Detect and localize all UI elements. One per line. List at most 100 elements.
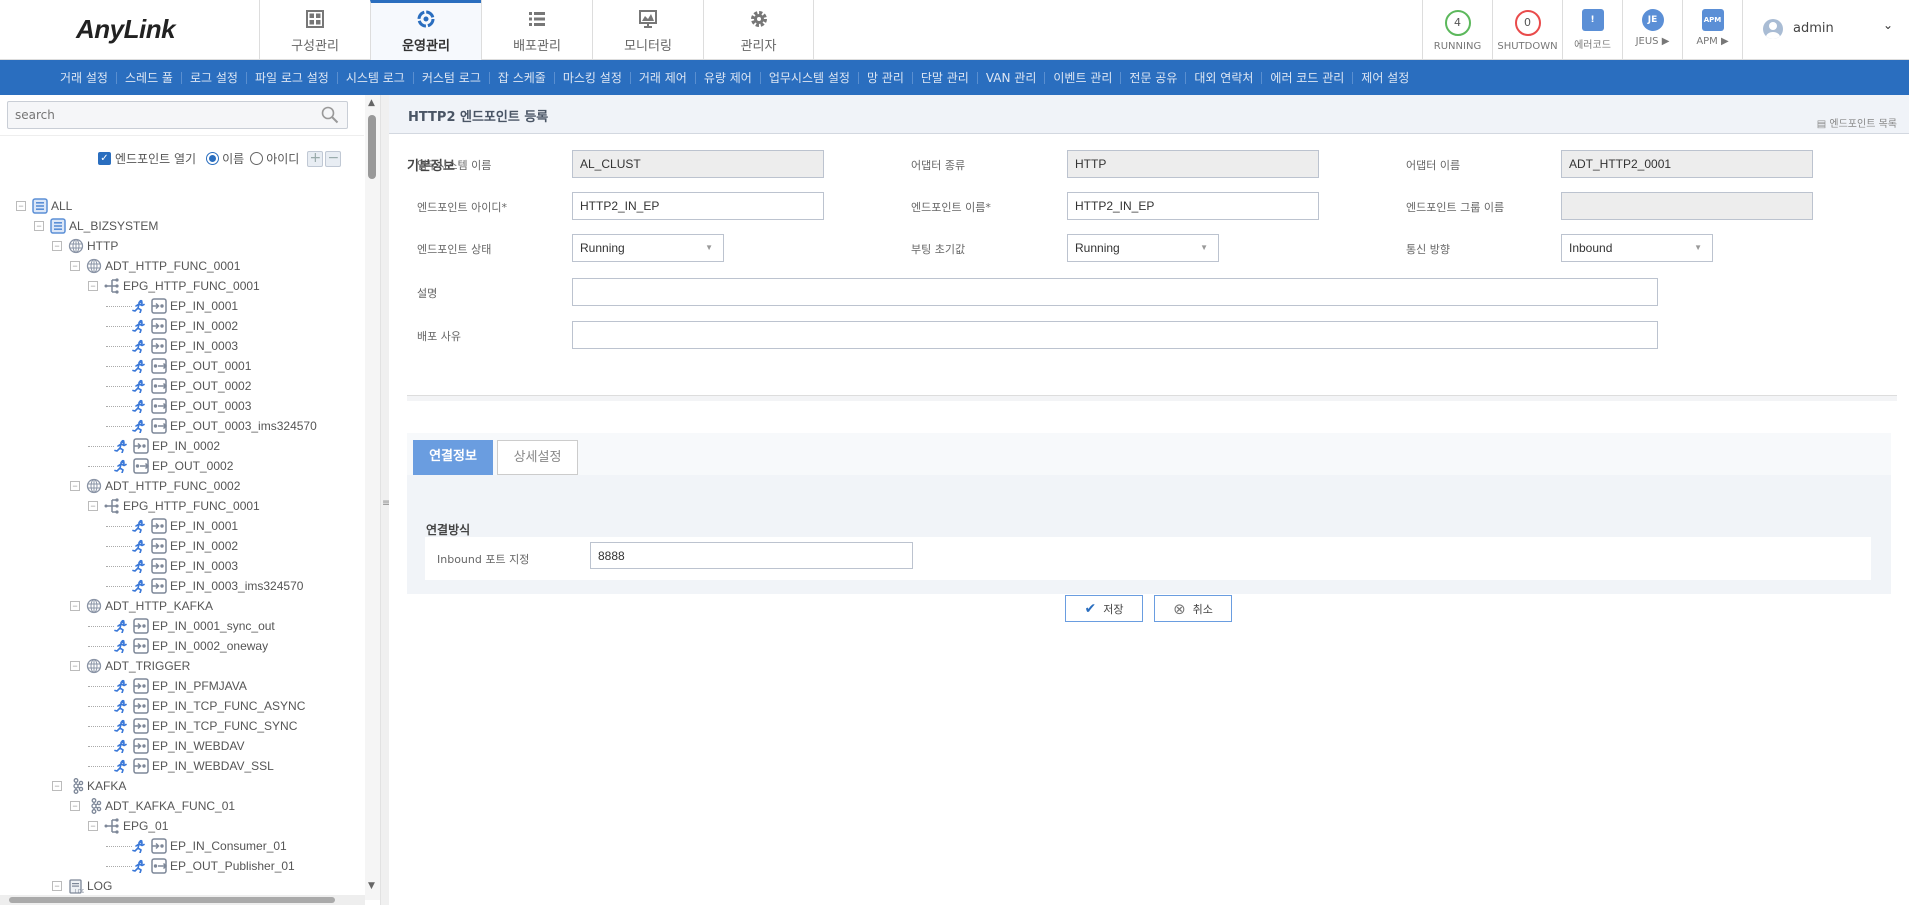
- collapse-toggle-icon[interactable]: −: [34, 221, 44, 231]
- tree-leaf-endpoint[interactable]: EP_OUT_0001: [0, 356, 364, 376]
- subnav-item[interactable]: 커스텀 로그: [413, 72, 489, 84]
- collapse-toggle-icon[interactable]: −: [70, 661, 80, 671]
- collapse-toggle-icon[interactable]: −: [16, 201, 26, 211]
- tab-connection-info[interactable]: 연결정보: [413, 440, 493, 475]
- nav-tab-deploy[interactable]: 배포관리: [481, 0, 592, 60]
- running-status[interactable]: 4 RUNNING: [1422, 0, 1492, 60]
- tree-node[interactable]: −EPG_01: [0, 816, 364, 836]
- subnav-item[interactable]: 파일 로그 설정: [246, 72, 337, 84]
- tree-leaf-endpoint[interactable]: EP_OUT_Publisher_01: [0, 856, 364, 876]
- horizontal-scrollbar[interactable]: [0, 895, 365, 905]
- tree-leaf-endpoint[interactable]: EP_IN_0002: [0, 536, 364, 556]
- endpoint-list-link[interactable]: ▤ 엔드포인트 목록: [1817, 115, 1897, 130]
- description-input[interactable]: [572, 278, 1658, 306]
- subnav-item[interactable]: 업무시스템 설정: [760, 72, 858, 84]
- search-box[interactable]: [7, 101, 348, 129]
- collapse-toggle-icon[interactable]: −: [88, 281, 98, 291]
- tree-leaf-endpoint[interactable]: EP_IN_TCP_FUNC_SYNC: [0, 716, 364, 736]
- nav-tab-config[interactable]: 구성관리: [259, 0, 370, 60]
- subnav-item[interactable]: 전문 공유: [1120, 72, 1185, 84]
- tree-leaf-endpoint[interactable]: EP_IN_0003_ims324570: [0, 576, 364, 596]
- subnav-item[interactable]: 대외 연락처: [1185, 72, 1261, 84]
- subnav-item[interactable]: 스레드 풀: [116, 72, 181, 84]
- tree-leaf-endpoint[interactable]: EP_IN_Consumer_01: [0, 836, 364, 856]
- panel-splitter[interactable]: ≡: [381, 95, 389, 905]
- tree-leaf-endpoint[interactable]: EP_OUT_0002: [0, 376, 364, 396]
- shutdown-status[interactable]: 0 SHUTDOWN: [1492, 0, 1562, 60]
- radio-id[interactable]: [250, 152, 263, 165]
- subnav-item[interactable]: 거래 제어: [630, 72, 695, 84]
- subnav-item[interactable]: 잡 스케줄: [489, 72, 554, 84]
- subnav-item[interactable]: 제어 설정: [1352, 72, 1417, 84]
- tree-leaf-endpoint[interactable]: EP_OUT_0003: [0, 396, 364, 416]
- collapse-toggle-icon[interactable]: −: [88, 821, 98, 831]
- collapse-all-button[interactable]: −: [325, 151, 341, 167]
- tree-leaf-endpoint[interactable]: EP_IN_0001: [0, 516, 364, 536]
- tree-node[interactable]: −ADT_KAFKA_FUNC_01: [0, 796, 364, 816]
- tree-node[interactable]: −HTTP: [0, 236, 364, 256]
- nav-tab-monitoring[interactable]: 모니터링: [592, 0, 703, 60]
- scroll-down-arrow-icon[interactable]: ▼: [368, 881, 375, 891]
- subnav-item[interactable]: 시스템 로그: [337, 72, 413, 84]
- boot-select[interactable]: Running: [1067, 234, 1219, 262]
- collapse-toggle-icon[interactable]: −: [88, 501, 98, 511]
- subnav-item[interactable]: 단말 관리: [912, 72, 977, 84]
- tree-leaf-endpoint[interactable]: EP_IN_WEBDAV: [0, 736, 364, 756]
- tab-detail-settings[interactable]: 상세설정: [497, 440, 578, 475]
- tree-node[interactable]: −EPG_HTTP_FUNC_0001: [0, 496, 364, 516]
- expand-all-button[interactable]: +: [307, 151, 323, 167]
- collapse-toggle-icon[interactable]: −: [52, 241, 62, 251]
- collapse-toggle-icon[interactable]: −: [52, 781, 62, 791]
- subnav-item[interactable]: 거래 설정: [60, 72, 116, 84]
- deploy-reason-input[interactable]: [572, 321, 1658, 349]
- subnav-item[interactable]: 유량 제어: [695, 72, 760, 84]
- tree-node[interactable]: −AL_BIZSYSTEM: [0, 216, 364, 236]
- tree-node[interactable]: −EPG_HTTP_FUNC_0001: [0, 276, 364, 296]
- nav-tab-admin[interactable]: 관리자: [703, 0, 814, 60]
- scrollbar-thumb[interactable]: [368, 115, 376, 179]
- radio-name[interactable]: [206, 152, 219, 165]
- tree-leaf-endpoint[interactable]: EP_IN_0002: [0, 436, 364, 456]
- collapse-toggle-icon[interactable]: −: [70, 261, 80, 271]
- status-select[interactable]: Running: [572, 234, 724, 262]
- tree-leaf-endpoint[interactable]: EP_IN_TCP_FUNC_ASYNC: [0, 696, 364, 716]
- scrollbar-thumb[interactable]: [9, 897, 335, 903]
- tree-node[interactable]: −ADT_HTTP_FUNC_0001: [0, 256, 364, 276]
- search-input[interactable]: [8, 102, 308, 128]
- tree-leaf-endpoint[interactable]: EP_OUT_0003_ims324570: [0, 416, 364, 436]
- tree-leaf-endpoint[interactable]: EP_IN_0003: [0, 336, 364, 356]
- tree-leaf-endpoint[interactable]: EP_IN_0003: [0, 556, 364, 576]
- vertical-scrollbar[interactable]: ▲ ▼: [365, 95, 380, 900]
- collapse-toggle-icon[interactable]: −: [70, 801, 80, 811]
- tree-node[interactable]: −KAFKA: [0, 776, 364, 796]
- tree-leaf-endpoint[interactable]: EP_IN_0002: [0, 316, 364, 336]
- scroll-up-arrow-icon[interactable]: ▲: [368, 98, 375, 108]
- chevron-down-icon[interactable]: ⌄: [1883, 18, 1893, 32]
- collapse-toggle-icon[interactable]: −: [70, 481, 80, 491]
- tree-leaf-endpoint[interactable]: EP_IN_0002_oneway: [0, 636, 364, 656]
- apm-button[interactable]: APM APM ▶: [1682, 0, 1742, 60]
- error-code-button[interactable]: ! 에러코드: [1562, 0, 1622, 60]
- subnav-item[interactable]: 마스킹 설정: [554, 72, 630, 84]
- subnav-item[interactable]: 에러 코드 관리: [1261, 72, 1352, 84]
- direction-select[interactable]: Inbound: [1561, 234, 1713, 262]
- user-menu[interactable]: admin ⌄: [1742, 0, 1909, 60]
- tree-node[interactable]: −ADT_HTTP_FUNC_0002: [0, 476, 364, 496]
- tree-leaf-endpoint[interactable]: EP_IN_WEBDAV_SSL: [0, 756, 364, 776]
- jeus-button[interactable]: JE JEUS ▶: [1622, 0, 1682, 60]
- inbound-port-input[interactable]: 8888: [590, 542, 913, 569]
- subnav-item[interactable]: 망 관리: [858, 72, 912, 84]
- endpoint-id-input[interactable]: HTTP2_IN_EP: [572, 192, 824, 220]
- cancel-button[interactable]: ⊗ 취소: [1154, 595, 1232, 622]
- save-button[interactable]: ✔ 저장: [1065, 595, 1143, 622]
- subnav-item[interactable]: VAN 관리: [977, 72, 1045, 84]
- open-endpoint-checkbox[interactable]: ✓: [98, 152, 111, 165]
- collapse-toggle-icon[interactable]: −: [70, 601, 80, 611]
- tree-node[interactable]: −ALL: [0, 196, 364, 216]
- anylink-logo[interactable]: AnyLink: [76, 14, 175, 45]
- tree-leaf-endpoint[interactable]: EP_IN_0001_sync_out: [0, 616, 364, 636]
- tree-node[interactable]: −ADT_TRIGGER: [0, 656, 364, 676]
- tree-leaf-endpoint[interactable]: EP_IN_PFMJAVA: [0, 676, 364, 696]
- tree-node[interactable]: −LOGLOG: [0, 876, 364, 896]
- subnav-item[interactable]: 로그 설정: [181, 72, 246, 84]
